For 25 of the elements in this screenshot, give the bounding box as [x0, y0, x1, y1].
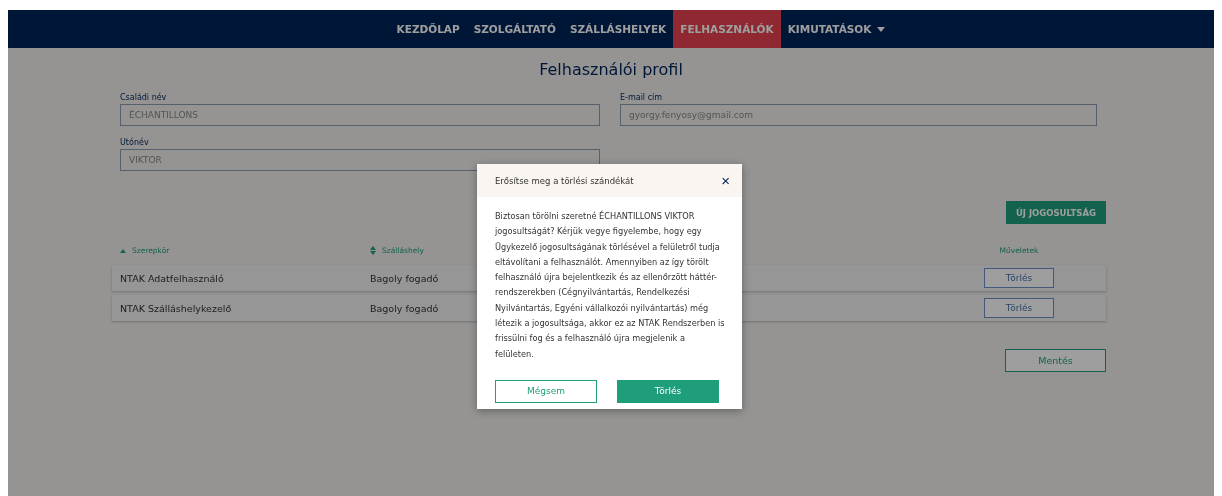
field-label: E-mail cím	[620, 93, 664, 102]
nav-tab[interactable]: KEZDŐLAP	[389, 10, 467, 48]
field-label: Utónév	[120, 138, 150, 147]
sort-up-icon[interactable]	[120, 248, 126, 253]
input-field[interactable]: VIKTOR	[120, 149, 600, 171]
sort-icon[interactable]	[370, 246, 376, 255]
table-cell: Bagoly fogadó	[370, 272, 439, 284]
new-permission-button[interactable]: ÚJ JOGOSULTSÁG	[1005, 201, 1106, 224]
table-cell: NTAK Adatfelhasználó	[120, 272, 224, 284]
dialog-title: Erősítse meg a törlési szándékát	[495, 175, 634, 186]
cancel-button[interactable]: Mégsem	[495, 379, 597, 403]
save-button[interactable]: Mentés	[1005, 349, 1106, 372]
input-field[interactable]: gyorgy.fenyosy@gmail.com	[620, 104, 1097, 126]
dialog-message: Biztosan törölni szeretné ÉCHANTILLONS VIKTOR jogosultságát? Kérjük vegye figyelembe, hogy egy Ügykezelő jogosultságának törlésével a felületről tudja eltávolítani a felhasználót. Amennyiben az így törölt felhasználó újra bejelentkezik és az ellenőrzött háttér-rendszerekben (Cégnyilvántartás, Rendelkezési Nyilvántartás, Egyéni vállalkozói nyilvántartás) még létezik a jogosultsága, akkor ez az NTAK Rendszerben is frissülni fog és a felhasználó újra megjelenik a felületen.	[494, 209, 726, 361]
table-cell: Bagoly fogadó	[370, 302, 439, 314]
delete-button[interactable]: Törlés	[984, 268, 1054, 288]
close-button[interactable]: ×	[721, 173, 730, 188]
nav-tab[interactable]: FELHASZNÁLÓK	[673, 10, 781, 48]
table-cell: NTAK Szálláshelykezelő	[120, 302, 232, 314]
input-field[interactable]: ÉCHANTILLONS	[120, 104, 600, 126]
field-label: Családi név	[120, 93, 168, 102]
page-title: Felhasználói profil	[538, 59, 684, 81]
nav-tab[interactable]: SZOLGÁLTATÓ	[466, 10, 563, 48]
delete-button[interactable]: Törlés	[984, 298, 1054, 318]
confirm-delete-button[interactable]: Törlés	[617, 379, 719, 403]
